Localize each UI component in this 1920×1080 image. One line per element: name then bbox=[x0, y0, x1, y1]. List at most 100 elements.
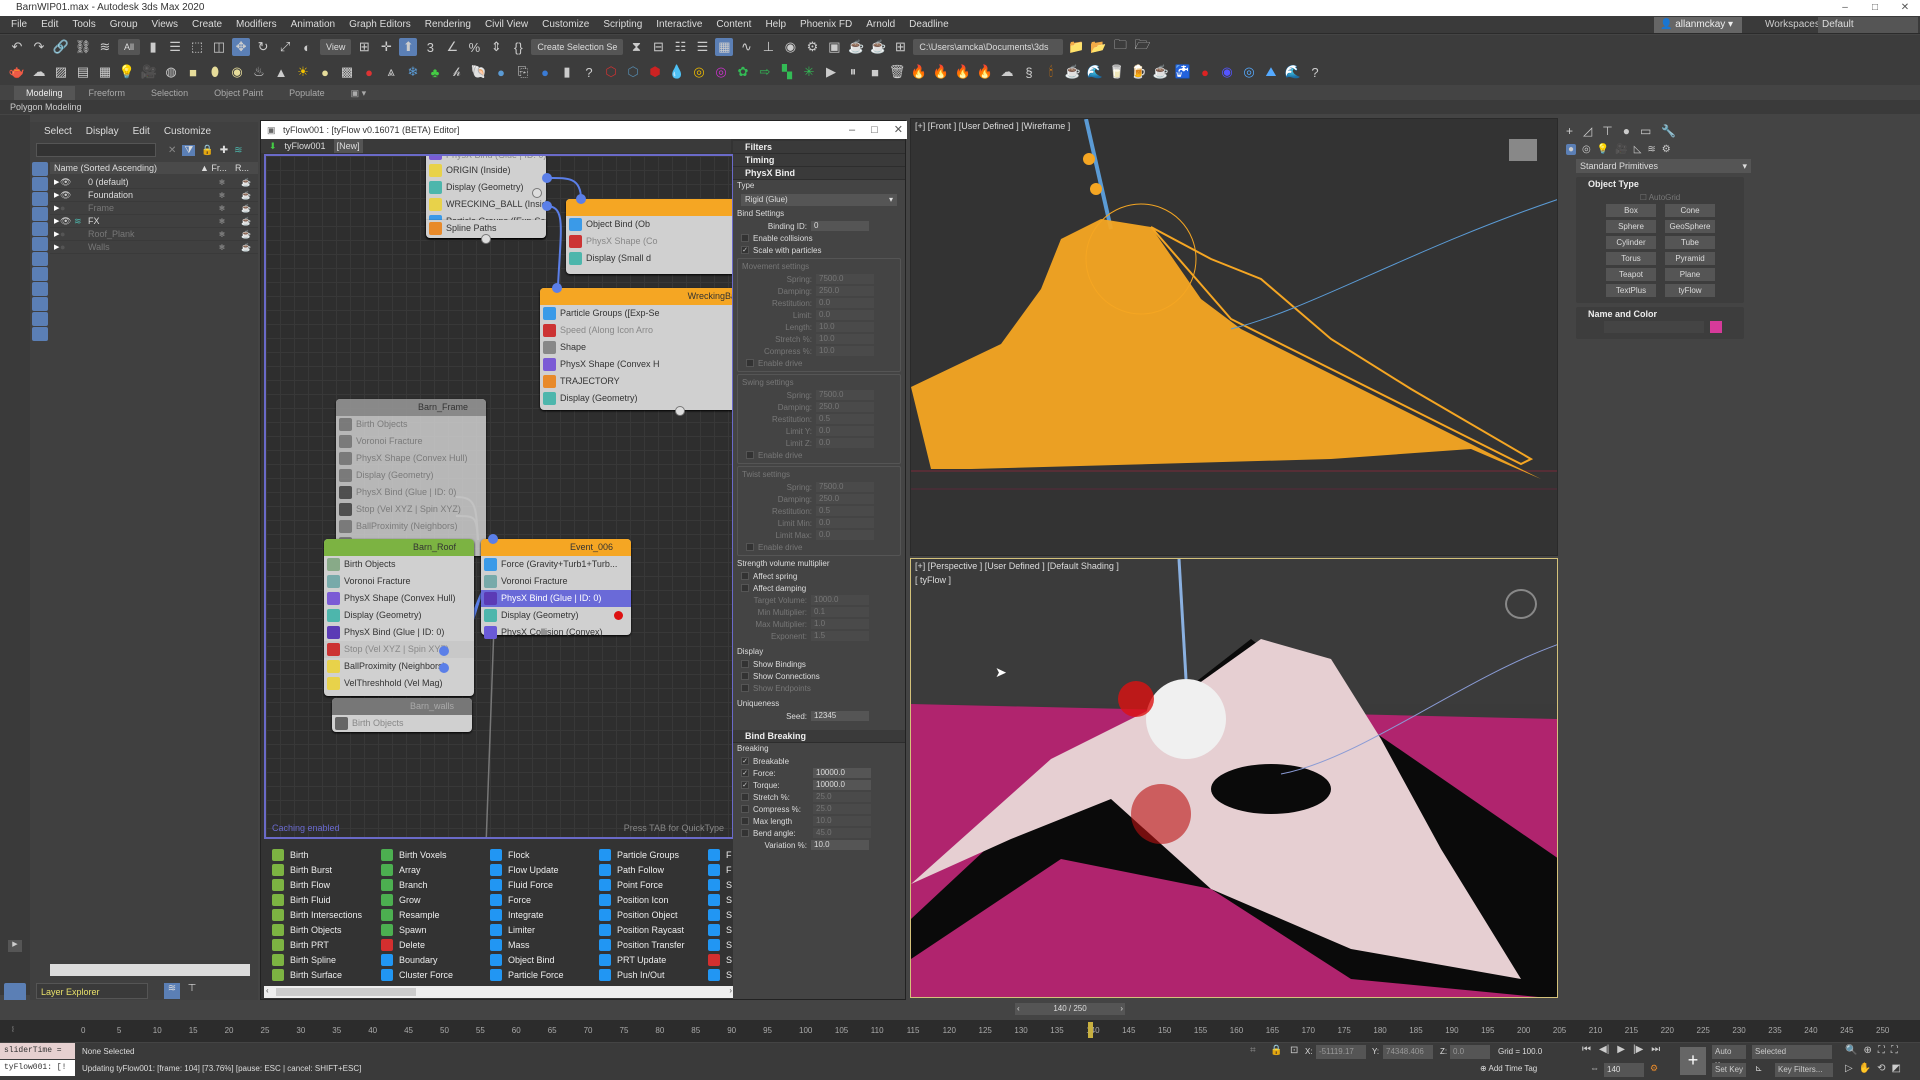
max-length-spinner[interactable]: 10.0 bbox=[813, 816, 871, 826]
tab-tyflow001[interactable]: tyFlow001 bbox=[285, 139, 326, 153]
keyboard-shortcut-override-icon[interactable]: ⬆ bbox=[399, 38, 418, 56]
snaps-toggle-icon[interactable]: 3 bbox=[421, 38, 439, 56]
rotate-icon[interactable]: ↻ bbox=[254, 38, 272, 56]
show-connections-checkbox[interactable]: Show Connections bbox=[733, 670, 905, 682]
time-slider[interactable]: ‹ 140 / 250 › bbox=[1015, 1003, 1125, 1015]
node-op[interactable]: PhysX Bind (Glue | ID: 0) bbox=[336, 484, 486, 501]
operator-item[interactable]: Boundary bbox=[381, 952, 453, 967]
display-color-swatch[interactable] bbox=[614, 611, 623, 620]
filter-lights-icon[interactable] bbox=[32, 192, 48, 206]
freeze-icon[interactable]: ❄ bbox=[210, 217, 234, 226]
selection-filter-dropdown[interactable]: All bbox=[118, 39, 141, 55]
menu-customize[interactable]: Customize bbox=[535, 19, 596, 30]
operator-item[interactable]: Birth Spline bbox=[272, 952, 362, 967]
operator-item[interactable]: Mass bbox=[490, 937, 564, 952]
stop-icon[interactable]: ■ bbox=[866, 63, 884, 81]
rendered-frame-window-icon[interactable]: ▣ bbox=[825, 38, 843, 56]
undo-icon[interactable]: ↶ bbox=[8, 38, 26, 56]
filter-helpers-icon[interactable] bbox=[32, 222, 48, 236]
angle-snap-icon[interactable]: ∠ bbox=[443, 38, 461, 56]
drop-icon[interactable]: 💧 bbox=[668, 63, 686, 81]
ribbon-tab-populate[interactable]: Populate bbox=[277, 86, 337, 100]
render-icon[interactable]: ☕ bbox=[234, 191, 258, 200]
torque-checkbox[interactable]: ✓ Torque: bbox=[733, 779, 813, 791]
operator-item[interactable]: Birth Objects bbox=[272, 922, 362, 937]
zoom-icon[interactable]: 🔍 bbox=[1845, 1045, 1857, 1056]
teapot-button[interactable]: Teapot bbox=[1606, 268, 1656, 281]
zoom-all-icon[interactable]: ⊕ bbox=[1863, 1045, 1871, 1056]
operator-item[interactable]: F bbox=[708, 862, 732, 877]
cone-button[interactable]: Cone bbox=[1665, 204, 1715, 217]
node-op[interactable]: Birth Objects bbox=[332, 715, 472, 732]
object-color-swatch[interactable] bbox=[1710, 321, 1722, 333]
freeze-icon[interactable]: ❄ bbox=[210, 191, 234, 200]
curve-editor-toggle-icon[interactable]: ⧘ bbox=[12, 1024, 14, 1035]
maximize-button[interactable]: □ bbox=[1860, 0, 1890, 16]
spline-smoke-icon[interactable]: § bbox=[1020, 63, 1038, 81]
minimize-button[interactable]: – bbox=[1830, 0, 1860, 16]
operator-item[interactable]: Birth Fluid bbox=[272, 892, 362, 907]
node-op[interactable]: PhysX Shape (Convex H bbox=[540, 356, 732, 373]
water-icon[interactable]: 🌊 bbox=[1086, 63, 1104, 81]
viewcube-icon[interactable] bbox=[1509, 139, 1537, 161]
node-op[interactable]: Display (Small d bbox=[566, 250, 732, 267]
menu-civil-view[interactable]: Civil View bbox=[478, 19, 535, 30]
node-op[interactable]: Shape bbox=[540, 339, 732, 356]
object-type-header[interactable]: Object Type bbox=[1576, 177, 1744, 191]
node-op[interactable]: BallProximity (Neighbors) bbox=[324, 658, 474, 675]
operator-item[interactable]: Branch bbox=[381, 877, 453, 892]
maxscript-listener-output[interactable]: tyFlow001: [! bbox=[0, 1060, 75, 1076]
expand-layouts-icon[interactable]: ▶ bbox=[8, 940, 22, 952]
display-tab-icon[interactable]: ▭ bbox=[1640, 124, 1651, 138]
x-coordinate-field[interactable]: -51119.17 bbox=[1316, 1045, 1366, 1059]
coffee-icon[interactable]: ☕ bbox=[1152, 63, 1170, 81]
scroll-left-icon[interactable]: ‹ bbox=[266, 986, 269, 995]
movement-restitution-spinner[interactable]: 0.0 bbox=[816, 298, 874, 308]
isolate-icon[interactable]: ⌗ bbox=[1250, 1045, 1256, 1056]
operator-item[interactable]: Grow bbox=[381, 892, 453, 907]
torque-spinner[interactable]: 10000.0 bbox=[813, 780, 871, 790]
menu-group[interactable]: Group bbox=[103, 19, 145, 30]
render-grid-icon[interactable]: ⊞ bbox=[891, 38, 909, 56]
beer-icon[interactable]: 🍺 bbox=[1130, 63, 1148, 81]
output-port[interactable] bbox=[532, 188, 542, 198]
filter-containers-icon[interactable] bbox=[32, 297, 48, 311]
primitive-type-dropdown[interactable]: Standard Primitives ▾ bbox=[1576, 159, 1751, 173]
key-filters-button[interactable]: Key Filters... bbox=[1775, 1063, 1833, 1077]
twist-damping-spinner[interactable]: 250.0 bbox=[816, 494, 874, 504]
flow-node-barn-roof[interactable]: Barn_Roof Birth Objects Voronoi Fracture… bbox=[324, 539, 474, 696]
layer-explorer-dropdown[interactable]: Layer Explorer bbox=[36, 983, 148, 999]
swing-enable-drive-checkbox[interactable]: Enable drive bbox=[738, 449, 900, 461]
node-op[interactable]: Display (Geometry) bbox=[324, 607, 474, 624]
camera-icon[interactable]: 🎥 bbox=[140, 63, 158, 81]
grid-icon[interactable]: ▚ bbox=[778, 63, 796, 81]
systems-icon[interactable]: ⚙ bbox=[1662, 144, 1671, 155]
flow-node-barn-frame[interactable]: Barn_Frame Birth Objects Voronoi Fractur… bbox=[336, 399, 486, 556]
hierarchy-icon[interactable]: ⊤ bbox=[184, 983, 200, 999]
reference-coord-dropdown[interactable]: View bbox=[320, 39, 352, 55]
red-hex-icon[interactable]: ⬢ bbox=[646, 63, 664, 81]
node-op[interactable]: Stop (Vel XYZ | Spin XYZ) bbox=[336, 501, 486, 518]
trash-icon[interactable]: 🗑 bbox=[888, 63, 906, 81]
expand-icon[interactable]: ▶ bbox=[50, 204, 60, 212]
operator-item[interactable]: S bbox=[708, 967, 732, 982]
scroll-right-icon[interactable]: › bbox=[729, 986, 732, 995]
autogrid-checkbox[interactable]: ☐ AutoGrid bbox=[1576, 191, 1744, 204]
scene-search-input[interactable] bbox=[36, 143, 156, 157]
layer-row[interactable]: ▶ 👁 0 (default) ❄ ☕ bbox=[50, 176, 258, 189]
node-op[interactable]: Display (Geometry) bbox=[481, 607, 631, 624]
node-header[interactable]: WreckingBa bbox=[540, 288, 732, 305]
plant-icon[interactable]: ♣ bbox=[426, 63, 444, 81]
node-op[interactable]: Stop (Vel XYZ | Spin XYZ) bbox=[324, 641, 474, 658]
operator-item[interactable]: Birth Voxels bbox=[381, 847, 453, 862]
node-op[interactable]: Particle Groups ([Exp-Se bbox=[540, 305, 732, 322]
operator-item[interactable]: PRT Update bbox=[599, 952, 685, 967]
input-port[interactable] bbox=[552, 283, 562, 293]
output-port[interactable] bbox=[542, 173, 552, 183]
snowflake-icon[interactable]: ❄ bbox=[404, 63, 422, 81]
egg-icon[interactable]: ⬮ bbox=[206, 63, 224, 81]
molecule-icon[interactable]: ● bbox=[360, 63, 378, 81]
target-volume-spinner[interactable]: 1000.0 bbox=[811, 595, 869, 605]
input-port[interactable] bbox=[481, 234, 491, 244]
eye-icon[interactable]: 👁 bbox=[60, 190, 74, 201]
